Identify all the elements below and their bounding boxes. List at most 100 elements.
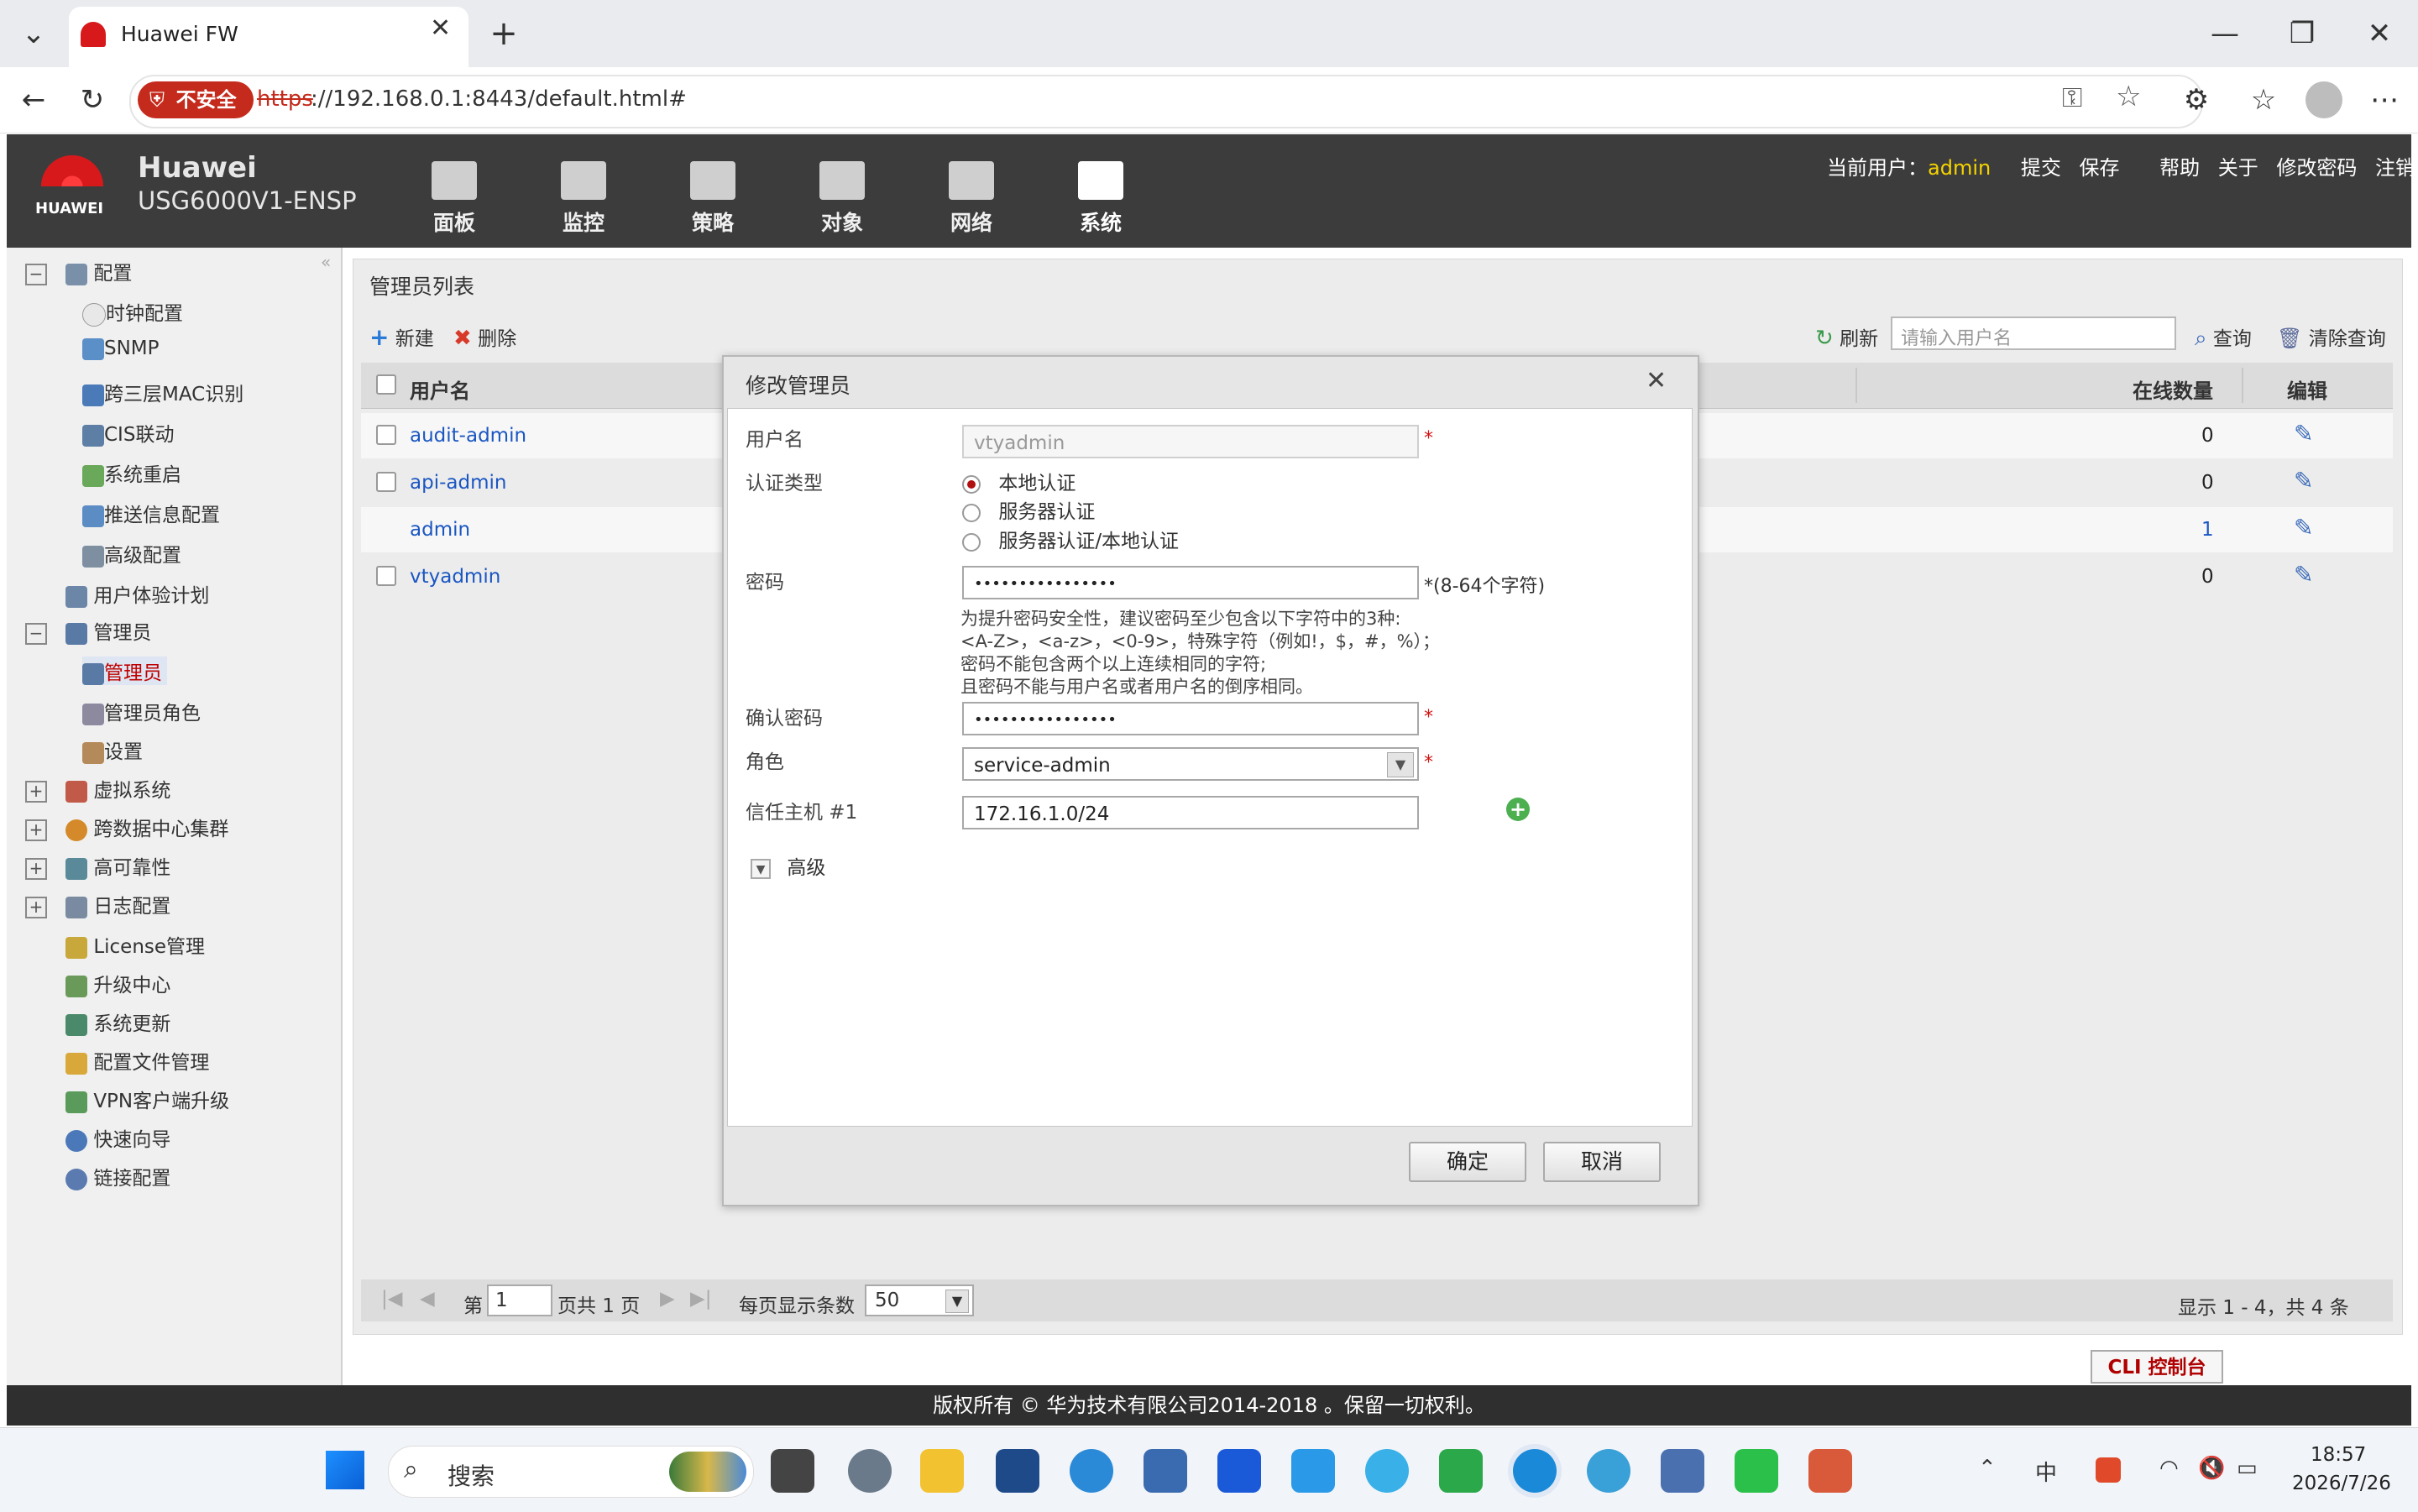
tree-item-license[interactable]: License管理 (65, 930, 205, 959)
password-field[interactable]: •••••••••••••••• (962, 566, 1419, 599)
tree-item-upgrade[interactable]: 升级中心 (65, 969, 170, 997)
dialog-close-icon[interactable]: ✕ (1646, 366, 1667, 395)
cancel-button[interactable]: 取消 (1543, 1142, 1661, 1182)
wechat-icon[interactable] (1735, 1449, 1778, 1493)
cloud-app-icon[interactable] (1365, 1449, 1409, 1493)
tree-item-snmp[interactable]: SNMP (82, 337, 160, 360)
row-username-link[interactable]: admin (410, 519, 470, 541)
tree-item-advanced[interactable]: 高级配置 (82, 539, 181, 568)
row-username-link[interactable]: audit-admin (410, 425, 526, 447)
sogou-input-icon[interactable] (2096, 1457, 2121, 1483)
extensions-icon[interactable]: ⚙ (2171, 75, 2222, 125)
start-windows-icon[interactable] (326, 1451, 364, 1489)
last-page-icon[interactable]: ▶| (690, 1288, 711, 1310)
tree-item-push[interactable]: 推送信息配置 (82, 499, 220, 527)
tree-item-cis[interactable]: CIS联动 (82, 418, 174, 447)
profile-avatar[interactable] (2305, 81, 2342, 118)
more-menu-icon[interactable]: ⋯ (2359, 75, 2410, 125)
nav-monitor[interactable]: 监控 (537, 158, 630, 242)
task-view-icon[interactable] (771, 1449, 814, 1493)
auth-server-radio[interactable]: 服务器认证 (962, 495, 1095, 523)
blue-shield-app-icon[interactable] (1217, 1449, 1261, 1493)
column-username[interactable]: 用户名 (410, 374, 470, 404)
tree-item-config-files[interactable]: 配置文件管理 (65, 1046, 209, 1075)
favorite-star-icon[interactable]: ☆ (2116, 80, 2141, 113)
volume-muted-icon[interactable]: 🔇 (2198, 1456, 2225, 1481)
auth-server-local-radio[interactable]: 服务器认证/本地认证 (962, 525, 1179, 552)
key-icon[interactable]: ⚿ (2062, 81, 2082, 114)
edit-icon[interactable]: ✎ (2294, 561, 2313, 589)
nav-dashboard[interactable]: 面板 (408, 158, 500, 242)
cli-console-button[interactable]: CLI 控制台 (2091, 1350, 2223, 1384)
query-button[interactable]: ⌕ 查询 (2195, 322, 2252, 352)
help-link[interactable]: 帮助 (2159, 156, 2200, 180)
commit-link[interactable]: 提交 (2021, 156, 2061, 180)
feishu-icon[interactable] (1291, 1449, 1335, 1493)
clock-time[interactable]: 18:57 (2311, 1444, 2366, 1466)
nav-system[interactable]: 系统 (1055, 158, 1147, 242)
per-page-select[interactable]: 50 ▼ (865, 1284, 974, 1316)
save-link[interactable]: 保存 (2079, 156, 2119, 180)
tree-item-cluster[interactable]: + 跨数据中心集群 (25, 813, 228, 841)
close-window-icon[interactable]: ✕ (2354, 8, 2405, 59)
file-explorer-icon[interactable] (920, 1449, 964, 1493)
select-all-checkbox[interactable] (376, 374, 396, 395)
row-username-link[interactable]: vtyadmin (410, 566, 500, 588)
expand-chevron-icon[interactable]: ▼ (751, 858, 771, 879)
expand-toggle-icon[interactable]: + (25, 819, 47, 841)
collapse-toggle-icon[interactable]: − (25, 263, 47, 285)
snipping-tool-icon[interactable] (1808, 1449, 1852, 1493)
tree-item-admin[interactable]: 管理员 (82, 657, 167, 685)
tree-item-ha[interactable]: + 高可靠性 (25, 851, 170, 880)
tree-item-admin-group[interactable]: − 管理员 (25, 616, 151, 645)
tree-item-log[interactable]: + 日志配置 (25, 890, 170, 918)
column-online-count[interactable]: 在线数量 (2133, 374, 2213, 404)
collapse-pane-icon[interactable]: « (321, 252, 331, 272)
chevron-down-icon[interactable]: ▼ (945, 1290, 969, 1313)
virtualbox-icon[interactable] (1144, 1449, 1187, 1493)
chevron-down-icon[interactable]: ▼ (1387, 752, 1414, 777)
wireshark-icon[interactable] (1661, 1449, 1704, 1493)
back-icon[interactable]: ← (8, 75, 59, 125)
role-select[interactable]: service-admin ▼ (962, 747, 1419, 781)
chat-app-icon[interactable] (1439, 1449, 1483, 1493)
tree-item-link[interactable]: 链接配置 (65, 1162, 170, 1190)
tray-overflow-chevron-icon[interactable]: ⌃ (1978, 1456, 1997, 1481)
tree-item-settings[interactable]: 设置 (82, 735, 143, 764)
edge-ai-icon[interactable] (1587, 1449, 1630, 1493)
change-password-link[interactable]: 修改密码 (2276, 156, 2357, 180)
expand-toggle-icon[interactable]: + (25, 857, 47, 880)
row-checkbox[interactable] (376, 566, 396, 586)
tree-item-admin-role[interactable]: 管理员角色 (82, 697, 201, 725)
about-link[interactable]: 关于 (2218, 156, 2258, 180)
tree-item-wizard[interactable]: 快速向导 (65, 1123, 170, 1152)
browser-tab[interactable]: Huawei FW ✕ (69, 7, 468, 67)
first-page-icon[interactable]: |◀ (381, 1288, 402, 1310)
ime-indicator[interactable]: 中 (2035, 1456, 2057, 1487)
confirm-password-field[interactable]: •••••••••••••••• (962, 702, 1419, 735)
tab-list-chevron-icon[interactable]: ⌄ (8, 8, 59, 59)
clear-query-button[interactable]: 🗑 清除查询 (2277, 322, 2386, 351)
edit-icon[interactable]: ✎ (2294, 467, 2313, 494)
auth-local-radio[interactable]: 本地认证 (962, 467, 1076, 494)
tree-item-sysupdate[interactable]: 系统更新 (65, 1007, 170, 1036)
restore-icon[interactable]: ❐ (2277, 8, 2327, 59)
advanced-toggle[interactable]: ▼ 高级 (751, 851, 825, 879)
reload-icon[interactable]: ↻ (67, 75, 118, 125)
username-search-input[interactable]: 请输入用户名 (1891, 317, 2176, 350)
nav-network[interactable]: 网络 (925, 158, 1018, 242)
tree-item-clock[interactable]: 时钟配置 (82, 297, 183, 327)
url-field[interactable]: ⛨ 不安全 https ://192.168.0.1:8443/default.… (129, 75, 2203, 128)
edit-icon[interactable]: ✎ (2294, 514, 2313, 541)
row-online-count[interactable]: 1 (2201, 519, 2214, 541)
collapse-toggle-icon[interactable]: − (25, 622, 47, 645)
new-tab-icon[interactable]: + (479, 8, 529, 59)
refresh-button[interactable]: ↻ 刷新 (1815, 322, 1878, 351)
prev-page-icon[interactable]: ◀ (420, 1288, 435, 1310)
trusted-host-field[interactable]: 172.16.1.0/24 (962, 796, 1419, 829)
edit-icon[interactable]: ✎ (2294, 420, 2313, 447)
tree-item-vpn-client[interactable]: VPN客户端升级 (65, 1085, 229, 1113)
delete-button[interactable]: ✖ 删除 (453, 322, 516, 351)
wifi-icon[interactable]: ◠ (2159, 1456, 2179, 1481)
page-number-input[interactable]: 1 (487, 1284, 552, 1316)
